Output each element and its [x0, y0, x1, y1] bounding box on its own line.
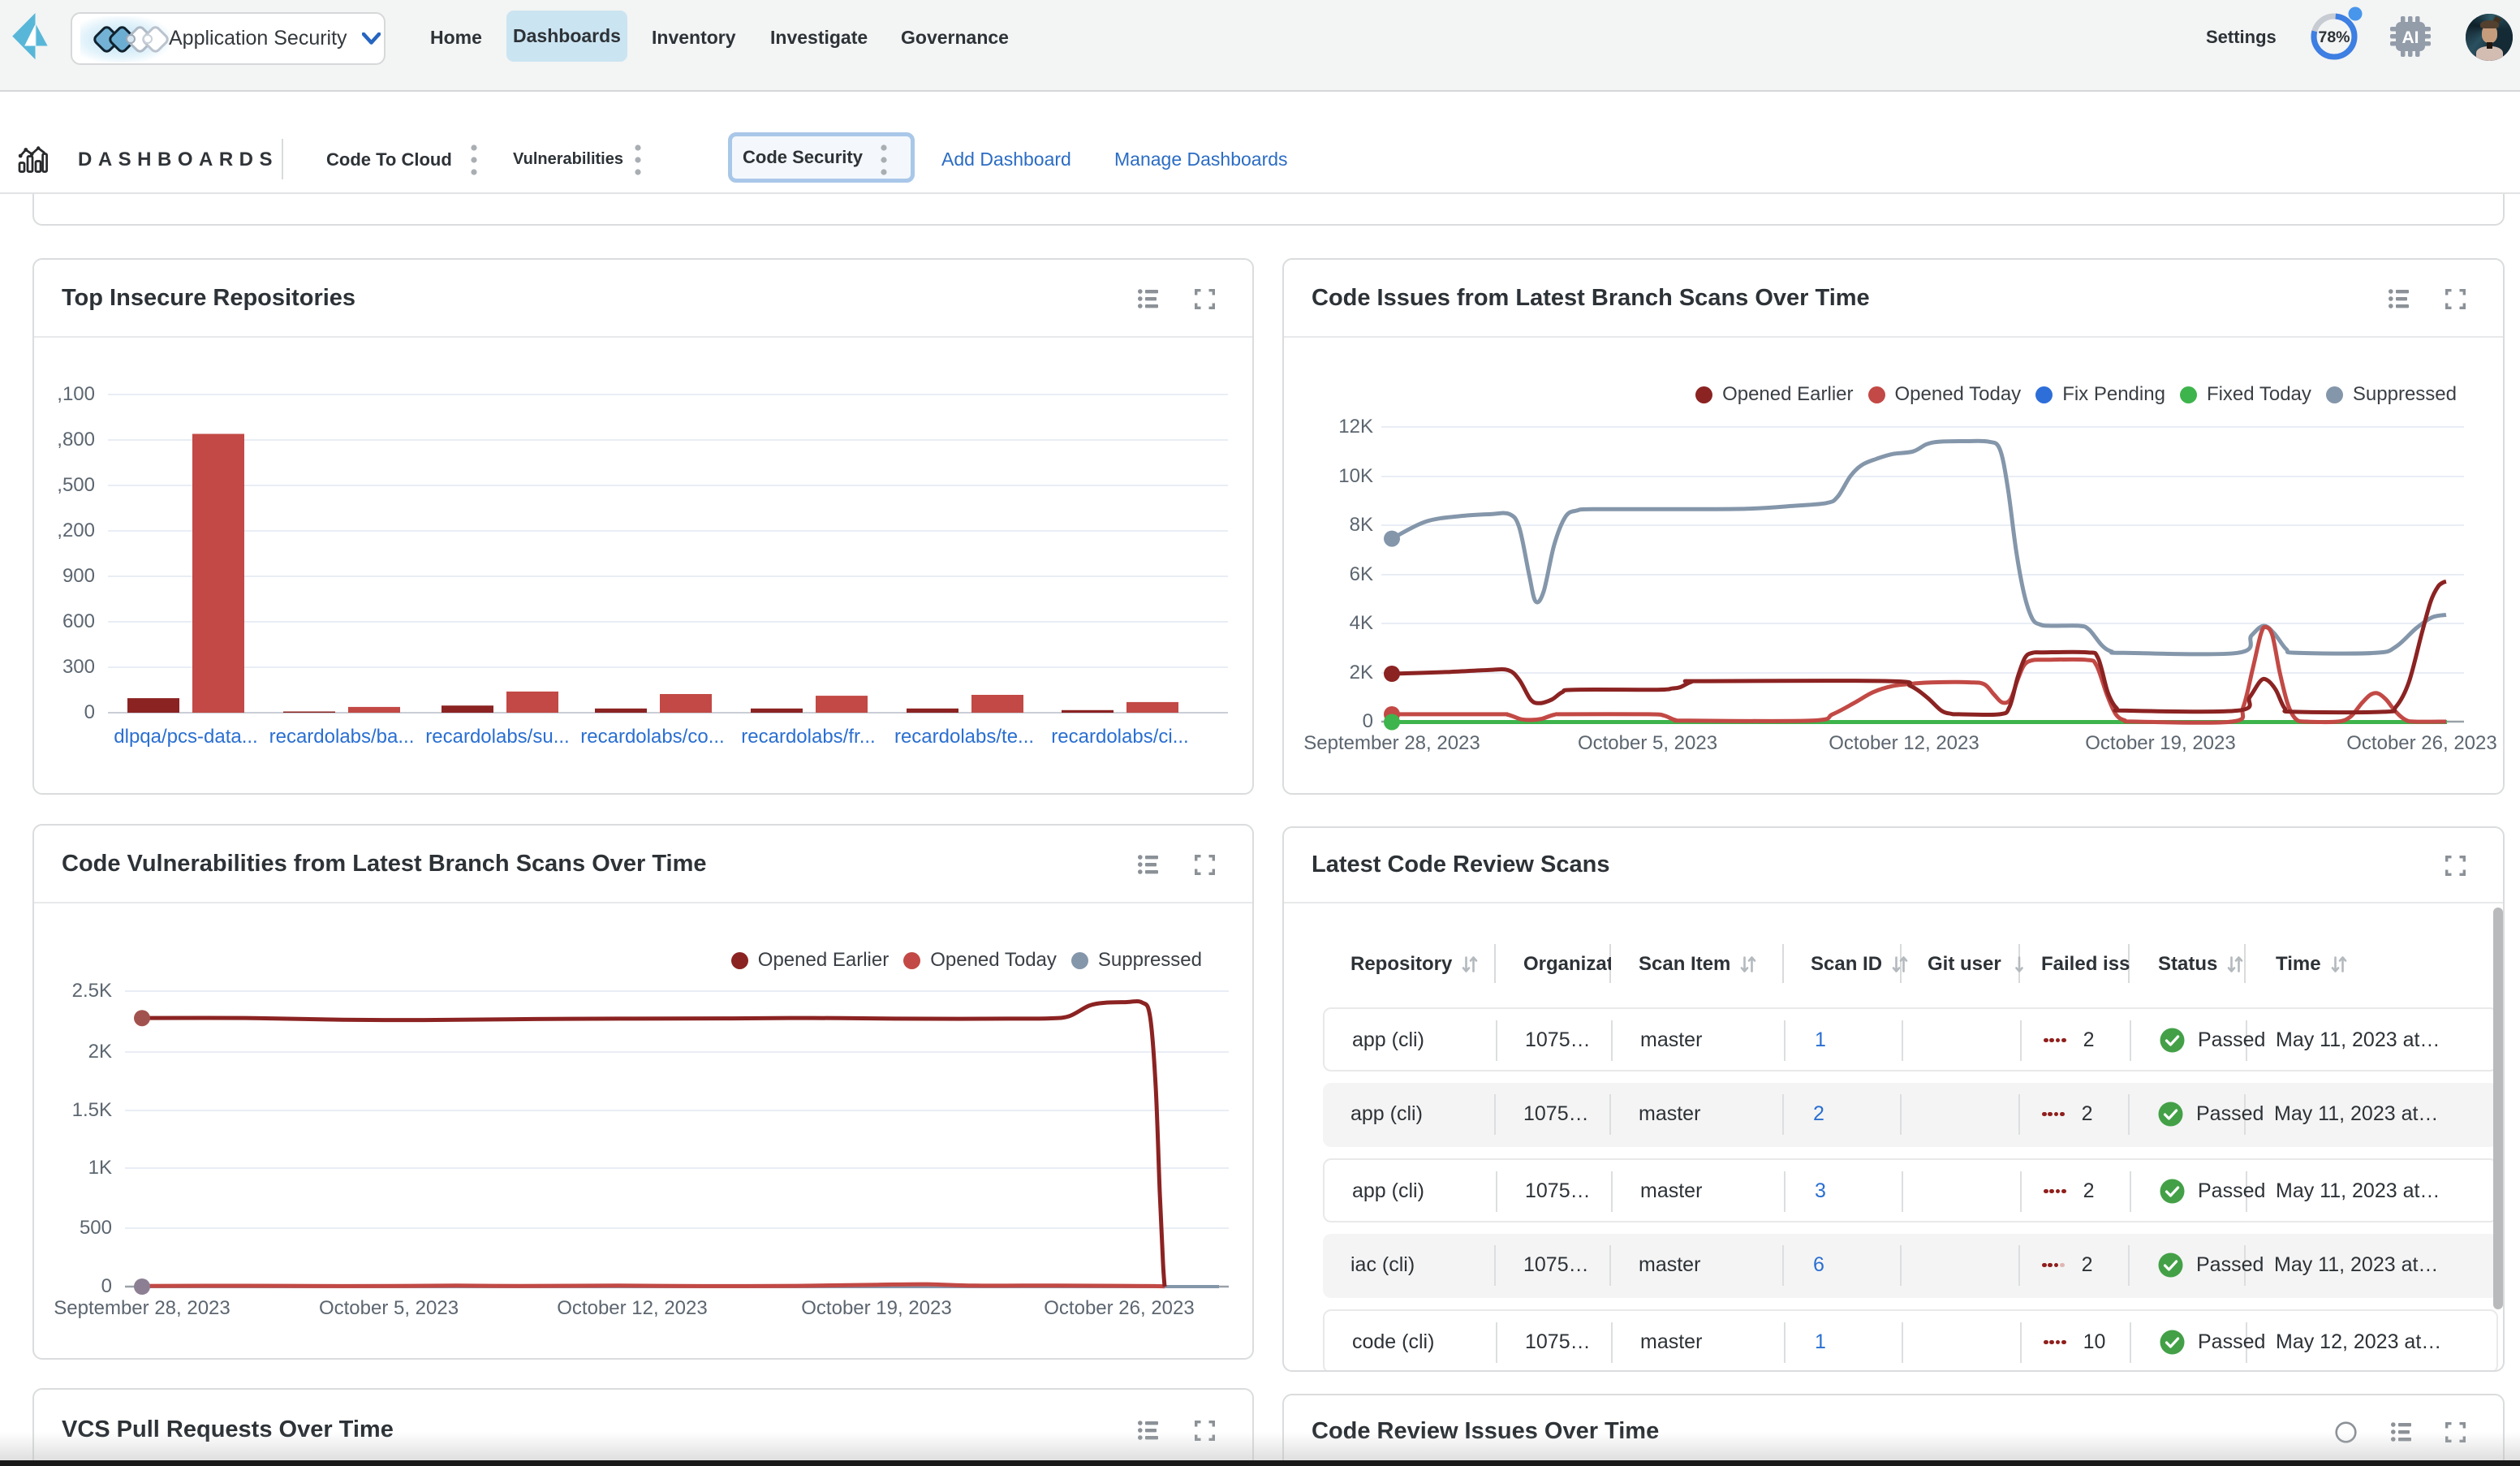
svg-text:AI: AI — [2402, 28, 2419, 47]
svg-text:78%: 78% — [2318, 28, 2350, 46]
